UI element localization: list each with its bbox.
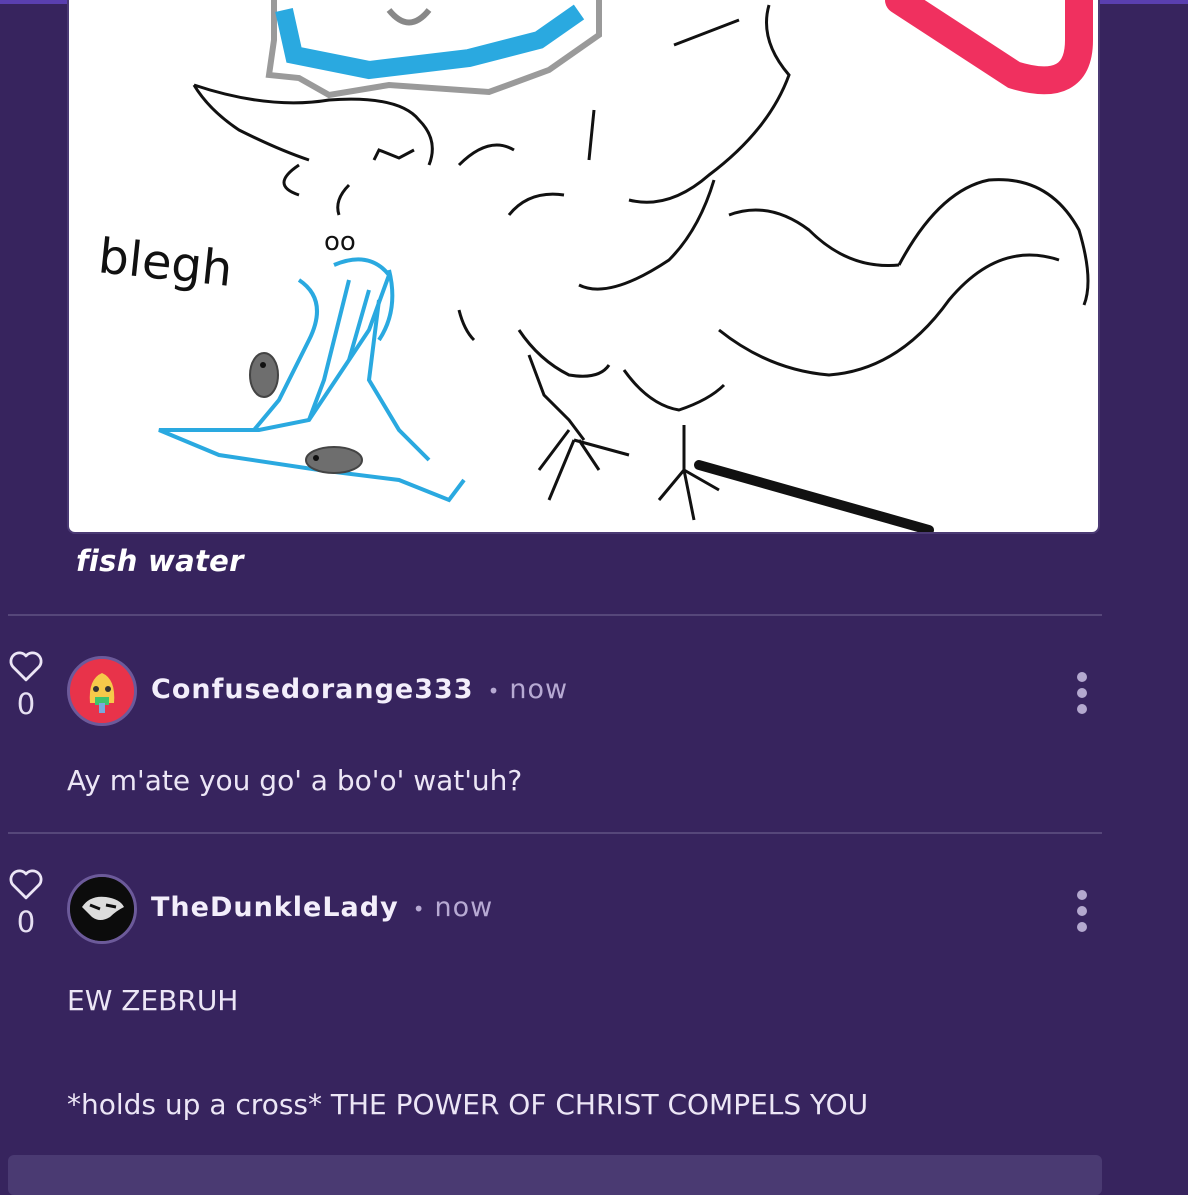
username[interactable]: Confusedorange333 (151, 674, 474, 705)
comment-text: Ay m'ate you go' a bo'o' wat'uh? (67, 764, 523, 797)
username[interactable]: TheDunkleLady (151, 892, 399, 923)
avatar[interactable] (67, 874, 137, 944)
like-count: 0 (16, 905, 36, 939)
heart-outline-icon[interactable] (7, 867, 45, 901)
separator-dot: • (487, 678, 500, 703)
like-count: 0 (16, 687, 36, 721)
comment-text-line: *holds up a cross* THE POWER OF CHRIST C… (67, 1088, 869, 1121)
avatar[interactable] (67, 656, 137, 726)
post-caption: fish water (76, 544, 244, 578)
kebab-menu-icon[interactable] (1070, 672, 1094, 716)
timestamp: now (434, 892, 494, 923)
heart-outline-icon[interactable] (7, 649, 45, 683)
post-drawing-image[interactable]: blegh oo (67, 0, 1100, 534)
svg-text:oo: oo (324, 227, 356, 257)
comment-meta: Confusedorange333 • now (151, 674, 568, 705)
timestamp: now (509, 674, 569, 705)
separator-dot: • (412, 896, 425, 921)
like-button[interactable]: 0 (6, 649, 46, 721)
divider (8, 832, 1102, 834)
reply-composer[interactable] (8, 1155, 1102, 1195)
drawing-text-blegh: blegh (96, 228, 235, 298)
comment-text-line: EW ZEBRUH (67, 984, 239, 1017)
kebab-menu-icon[interactable] (1070, 890, 1094, 934)
comment-meta: TheDunkleLady • now (151, 892, 493, 923)
divider (8, 614, 1102, 616)
like-button[interactable]: 0 (6, 867, 46, 939)
